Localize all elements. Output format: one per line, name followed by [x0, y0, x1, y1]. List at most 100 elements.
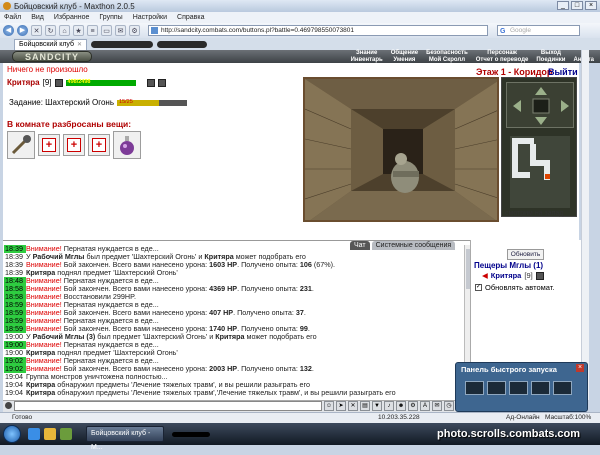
chat-input[interactable] — [14, 401, 322, 411]
forward-icon[interactable]: ▶ — [17, 25, 28, 36]
sandcity-logo: SANDCITY — [12, 51, 93, 62]
menu-favorites[interactable]: Избранное — [54, 14, 89, 21]
chat-text[interactable]: Критяра — [215, 332, 244, 341]
look-direction: смотрим на запад — [505, 210, 564, 217]
history-icon[interactable]: ≡ — [87, 25, 98, 36]
quick-slot[interactable] — [509, 381, 528, 395]
translit-icon[interactable]: A — [420, 401, 430, 411]
exit-link[interactable]: Выйти — [548, 67, 578, 77]
app-icon — [3, 2, 11, 10]
taskbar-app-button[interactable]: Бойцовский клуб - M... — [86, 426, 164, 451]
staff-item[interactable] — [7, 131, 35, 159]
chat-text[interactable]: 4369 HP — [209, 284, 237, 293]
hp-bar: 498/2498 — [65, 78, 136, 86]
favorites-icon[interactable]: ★ — [73, 25, 84, 36]
heal-scroll-item[interactable]: + — [63, 134, 85, 156]
task-progress-text: 15/25 — [119, 98, 133, 105]
chat-text[interactable]: 37 — [296, 308, 304, 317]
dungeon-minimap[interactable] — [501, 77, 577, 217]
people-icon[interactable]: ☻ — [396, 401, 406, 411]
menu-bar: Файл Вид Избранное Группы Настройки Спра… — [0, 12, 600, 23]
menu-view[interactable]: Вид — [31, 14, 44, 21]
folder-icon[interactable] — [44, 428, 56, 440]
online-status[interactable]: Ад-Онлайн — [506, 413, 540, 423]
smiley-icon[interactable]: ☺ — [324, 401, 334, 411]
staff-icon — [11, 135, 31, 155]
heal-scroll-item[interactable]: + — [88, 134, 110, 156]
save-icon[interactable]: ▤ — [360, 401, 370, 411]
tools-icon[interactable]: ⚙ — [129, 25, 140, 36]
ie-icon[interactable] — [28, 428, 40, 440]
auto-update-checkbox[interactable]: ✓ — [475, 284, 482, 291]
filter-icon[interactable]: ▼ — [372, 401, 382, 411]
address-bar[interactable]: http://sandcity.combats.com/buttons.pl?b… — [148, 25, 488, 36]
chat-text[interactable]: 231 — [300, 284, 312, 293]
back-icon[interactable]: ◀ — [3, 25, 14, 36]
dungeon-view[interactable] — [303, 77, 499, 222]
auto-update-toggle[interactable]: ✓ Обновлять автомат. — [475, 283, 554, 292]
game-area: Ничего не произошло Критяра [9] 498/2498… — [3, 63, 579, 240]
player-marker-icon — [545, 174, 550, 179]
mail-icon[interactable]: ✉ — [115, 25, 126, 36]
hp-text: 498/2498 — [67, 78, 91, 85]
close-tab-icon[interactable]: ✕ — [77, 40, 82, 50]
notice-text: Ничего не произошло — [7, 65, 88, 74]
zoom-level[interactable]: Масштаб:100% — [545, 413, 591, 423]
refresh-icon[interactable]: ↻ — [45, 25, 56, 36]
chat-mode-icon[interactable] — [5, 402, 12, 409]
send-icon[interactable]: ➤ — [336, 401, 346, 411]
chat-text[interactable]: Критяра — [26, 396, 55, 398]
redacted-tab — [157, 41, 208, 48]
stop-icon[interactable]: ✕ — [31, 25, 42, 36]
shield-icon — [157, 78, 166, 87]
close-window-button[interactable]: × — [585, 1, 597, 10]
minimize-button[interactable]: _ — [557, 1, 569, 10]
sound-icon[interactable]: ♪ — [384, 401, 394, 411]
quick-slot[interactable] — [553, 381, 572, 395]
page-scrollbar[interactable] — [581, 50, 589, 400]
mail-icon[interactable]: ✉ — [432, 401, 442, 411]
tab-label: Бойцовский клуб — [19, 41, 75, 48]
quick-slot[interactable] — [487, 381, 506, 395]
maximize-button[interactable]: □ — [571, 1, 583, 10]
google-icon: G — [500, 28, 506, 35]
quick-slot[interactable] — [465, 381, 484, 395]
menu-groups[interactable]: Группы — [99, 14, 122, 21]
clock-icon[interactable]: ◷ — [444, 401, 454, 411]
member-name[interactable]: Критяра — [491, 271, 522, 280]
chat-text[interactable]: 2003 HP — [209, 364, 237, 373]
home-icon[interactable]: ⌂ — [59, 25, 70, 36]
clear-icon[interactable]: ✕ — [348, 401, 358, 411]
member-level: [9] — [524, 271, 533, 280]
menu-help[interactable]: Справка — [177, 14, 204, 21]
direction-compass[interactable] — [506, 82, 574, 128]
mana-flask-item[interactable] — [113, 131, 141, 159]
print-icon[interactable]: ▭ — [101, 25, 112, 36]
info-icon[interactable] — [54, 78, 63, 87]
dungeon-corridor-image — [305, 79, 497, 220]
chat-text[interactable]: 1603 HP — [209, 260, 237, 269]
chat-text[interactable]: 407 HP — [209, 308, 233, 317]
start-button[interactable] — [3, 425, 21, 443]
game-top-menu: Знание Общение Безопасность Персонаж Вых… — [351, 50, 594, 63]
close-panel-icon[interactable]: × — [576, 364, 584, 372]
heal-scroll-item[interactable]: + — [38, 134, 60, 156]
info-icon[interactable] — [535, 271, 544, 280]
flask-icon — [120, 136, 134, 155]
menu-file[interactable]: Файл — [4, 14, 21, 21]
chat-toolbar: ☺ ➤ ✕ ▤ ▼ ♪ ☻ ⚙ A ✉ ◷ — [324, 401, 454, 411]
chat-text[interactable]: 106 — [300, 260, 312, 269]
chat-text: (67%). — [311, 260, 336, 269]
heal-icon: + — [42, 138, 56, 152]
search-input[interactable]: G Google — [497, 25, 580, 36]
player-name[interactable]: Критяра — [7, 78, 40, 87]
chat-lines: 18:39 Внимание! Пернатая нуждается в еде.… — [4, 245, 464, 397]
media-icon[interactable] — [60, 428, 72, 440]
refresh-button[interactable]: Обновить — [507, 249, 544, 260]
ip-address: 10.203.35.228 — [378, 414, 420, 421]
settings-icon[interactable]: ⚙ — [408, 401, 418, 411]
quick-slot[interactable] — [531, 381, 550, 395]
menu-settings[interactable]: Настройки — [133, 14, 167, 21]
chat-text[interactable]: 132 — [300, 364, 312, 373]
tab-combats[interactable]: Бойцовский клуб ✕ — [14, 39, 88, 50]
